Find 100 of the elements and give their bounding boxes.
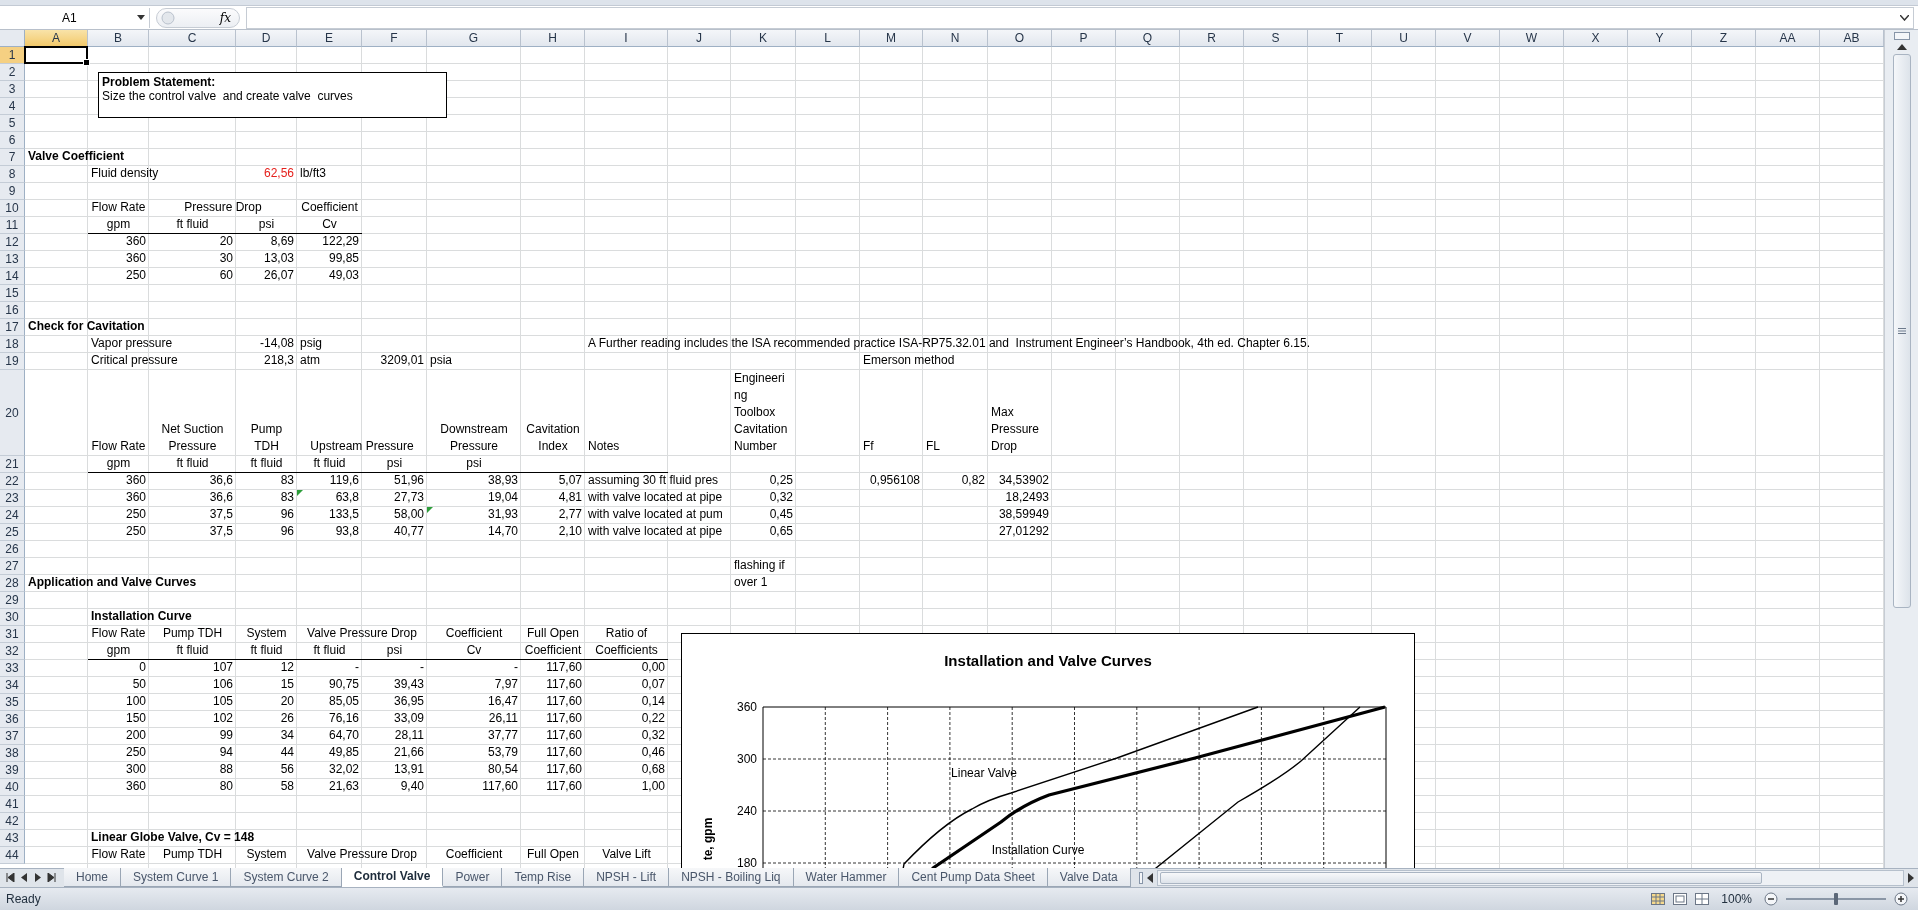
column-header[interactable]: K	[731, 30, 796, 48]
column-header[interactable]: W	[1500, 30, 1564, 48]
row-header[interactable]: 41	[0, 796, 25, 814]
zoom-out-icon[interactable]	[1764, 891, 1778, 906]
scroll-up-arrow-icon[interactable]	[1896, 44, 1907, 51]
sheet-tab[interactable]: System Curve 1	[121, 868, 232, 887]
sheet-tab[interactable]: Valve Data	[1047, 868, 1131, 887]
row-header[interactable]: 24	[0, 507, 25, 525]
column-header[interactable]: O	[988, 30, 1052, 48]
row-header[interactable]: 8	[0, 166, 25, 184]
error-indicator-icon[interactable]	[427, 507, 433, 514]
row-header[interactable]: 11	[0, 217, 25, 235]
name-box[interactable]: A1	[0, 7, 150, 28]
row-header[interactable]: 39	[0, 762, 25, 780]
horizontal-scrollbar[interactable]	[1156, 869, 1904, 886]
column-header[interactable]: T	[1308, 30, 1372, 48]
row-header[interactable]: 25	[0, 524, 25, 542]
last-sheet-icon[interactable]	[47, 873, 56, 883]
row-header[interactable]: 9	[0, 183, 25, 201]
row-header[interactable]: 6	[0, 132, 25, 150]
row-header[interactable]: 21	[0, 456, 25, 474]
first-sheet-icon[interactable]	[6, 873, 15, 883]
split-handle-icon[interactable]	[1138, 871, 1143, 884]
sheet-tab[interactable]: NPSH - Boiling Liq	[669, 868, 794, 887]
sheet-tab[interactable]: Cent Pump Data Sheet	[899, 868, 1048, 887]
normal-view-icon[interactable]	[1651, 892, 1666, 905]
column-header[interactable]: Y	[1628, 30, 1692, 48]
row-header[interactable]: 42	[0, 813, 25, 831]
row-header[interactable]: 40	[0, 779, 25, 797]
row-header[interactable]: 30	[0, 609, 25, 627]
row-header[interactable]: 13	[0, 251, 25, 269]
row-header[interactable]: 32	[0, 643, 25, 661]
column-header[interactable]: M	[860, 30, 923, 48]
column-header[interactable]: AB	[1820, 30, 1884, 48]
column-header[interactable]: P	[1052, 30, 1116, 48]
row-header[interactable]: 35	[0, 694, 25, 712]
page-layout-icon[interactable]	[1673, 892, 1688, 905]
column-header[interactable]: J	[668, 30, 731, 48]
page-break-icon[interactable]	[1695, 892, 1710, 905]
dropdown-caret-icon[interactable]	[137, 15, 145, 20]
column-header[interactable]: E	[297, 30, 362, 48]
row-header[interactable]: 3	[0, 81, 25, 99]
row-header[interactable]: 12	[0, 234, 25, 252]
row-header[interactable]: 29	[0, 592, 25, 610]
row-header[interactable]: 19	[0, 353, 25, 371]
zoom-slider-thumb[interactable]	[1834, 892, 1838, 905]
sheet-tab[interactable]: System Curve 2	[231, 868, 342, 887]
row-header[interactable]: 37	[0, 728, 25, 746]
scroll-left-arrow-icon[interactable]	[1146, 872, 1153, 883]
row-header[interactable]: 17	[0, 319, 25, 337]
scroll-right-arrow-icon[interactable]	[1908, 872, 1914, 883]
row-header[interactable]: 5	[0, 115, 25, 133]
vertical-scrollbar[interactable]	[1884, 30, 1918, 869]
row-header[interactable]: 2	[0, 64, 25, 82]
column-header[interactable]: C	[149, 30, 236, 48]
row-header[interactable]: 10	[0, 200, 25, 218]
row-header[interactable]: 23	[0, 490, 25, 508]
column-header[interactable]: X	[1564, 30, 1628, 48]
previous-sheet-icon[interactable]	[21, 873, 28, 883]
column-header[interactable]: Z	[1692, 30, 1756, 48]
insert-function-button[interactable]: fx	[219, 10, 231, 25]
column-header[interactable]: D	[236, 30, 297, 48]
row-header[interactable]: 28	[0, 575, 25, 593]
next-sheet-icon[interactable]	[34, 873, 41, 883]
column-header[interactable]: R	[1180, 30, 1244, 48]
row-header[interactable]: 43	[0, 830, 25, 848]
row-header[interactable]: 1	[0, 47, 25, 65]
row-header[interactable]: 34	[0, 677, 25, 695]
column-header[interactable]: AA	[1756, 30, 1820, 48]
row-header[interactable]: 31	[0, 626, 25, 644]
row-header[interactable]: 36	[0, 711, 25, 729]
row-header[interactable]: 16	[0, 302, 25, 320]
column-header[interactable]: N	[923, 30, 988, 48]
row-header[interactable]: 15	[0, 285, 25, 303]
row-header[interactable]: 44	[0, 847, 25, 865]
row-header[interactable]: 33	[0, 660, 25, 678]
sheet-tab[interactable]: NPSH - Lift	[584, 868, 670, 887]
split-handle-icon[interactable]	[1893, 32, 1910, 41]
row-header[interactable]: 18	[0, 336, 25, 354]
row-header[interactable]: 7	[0, 149, 25, 167]
column-header[interactable]: V	[1436, 30, 1500, 48]
expand-caret-icon[interactable]	[1900, 14, 1909, 21]
row-header[interactable]: 27	[0, 558, 25, 576]
row-header[interactable]: 20	[0, 370, 25, 457]
column-header[interactable]: Q	[1116, 30, 1180, 48]
scroll-thumb[interactable]	[1892, 54, 1911, 609]
scroll-thumb[interactable]	[1159, 871, 1762, 884]
formula-input-field[interactable]	[246, 6, 1914, 29]
row-header[interactable]: 26	[0, 541, 25, 559]
column-header[interactable]: I	[585, 30, 668, 48]
row-header[interactable]: 38	[0, 745, 25, 763]
row-header[interactable]: 4	[0, 98, 25, 116]
column-header[interactable]: S	[1244, 30, 1308, 48]
sheet-tab[interactable]: Control Valve	[341, 868, 444, 887]
error-indicator-icon[interactable]	[297, 490, 303, 497]
zoom-in-icon[interactable]	[1894, 891, 1908, 906]
column-header[interactable]: L	[796, 30, 860, 48]
sheet-tab[interactable]: Water Hammer	[793, 868, 900, 887]
row-header[interactable]: 22	[0, 473, 25, 491]
sheet-tab[interactable]: Home	[64, 868, 121, 887]
